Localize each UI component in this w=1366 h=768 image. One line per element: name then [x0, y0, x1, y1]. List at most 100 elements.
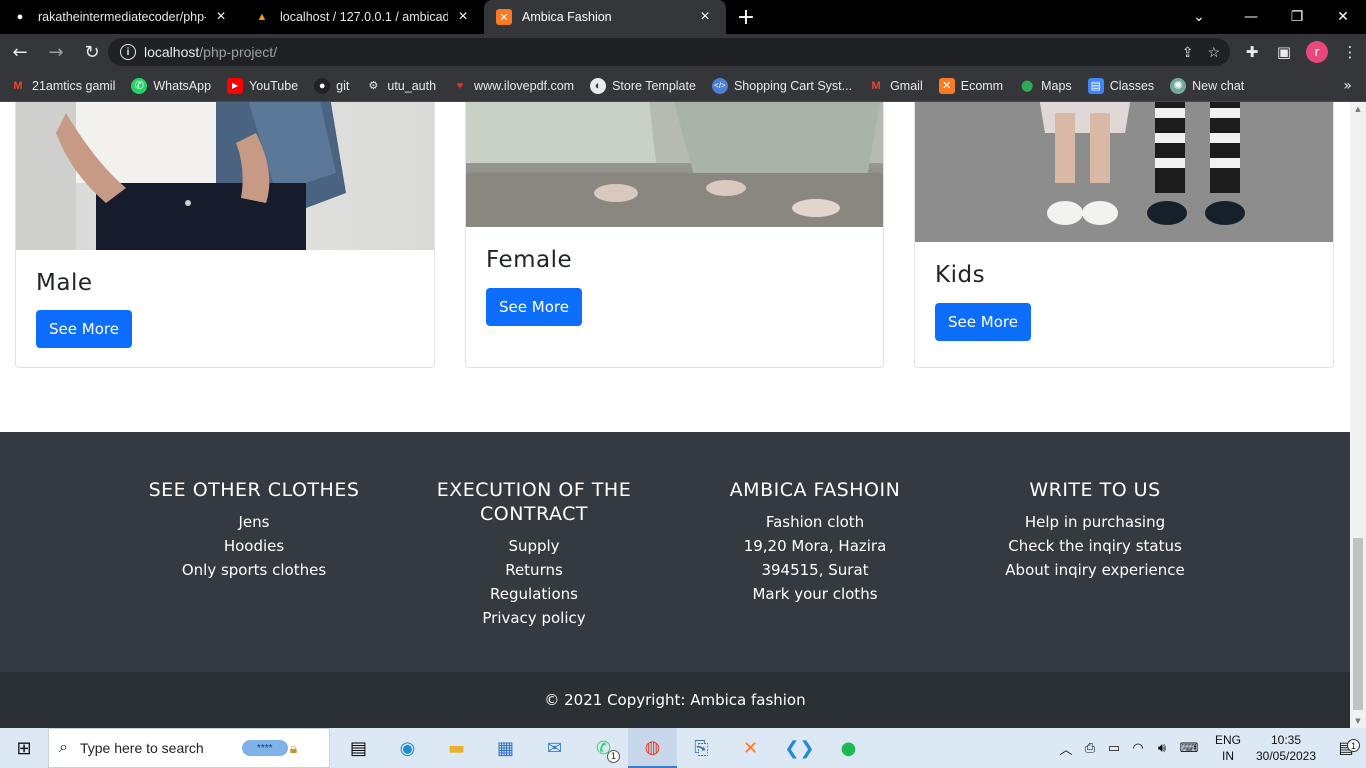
tab-ambica-fashion[interactable]: ✕ Ambica Fashion × — [484, 0, 726, 34]
bookmark-label: WhatsApp — [153, 78, 212, 93]
footer-link[interactable]: Jens — [134, 510, 374, 534]
clock-time: 10:35 — [1270, 733, 1302, 747]
close-window-button[interactable]: ✕ — [1320, 0, 1366, 34]
footer-link[interactable]: Check the inqiry status — [965, 534, 1225, 558]
tab-phpmyadmin[interactable]: ▲ localhost / 127.0.0.1 / ambicadb × — [242, 0, 484, 34]
volume-icon[interactable]: 🔊︎ — [1150, 740, 1174, 756]
more-bookmarks-icon[interactable]: » — [1343, 78, 1352, 94]
footer-link[interactable]: Regulations — [414, 582, 654, 606]
taskbar-clock[interactable]: 10:35 30/05/2023 — [1246, 732, 1326, 764]
close-icon[interactable]: × — [212, 8, 230, 26]
edge-icon[interactable]: ◉ — [383, 728, 432, 768]
spotify-icon[interactable]: ● — [824, 728, 873, 768]
lock-icon: 🔒︎ — [289, 739, 298, 756]
taskbar-apps: ▤ ◉ ▬ ▦ ✉ ✆ 1 ◍ ⎘ ✕ ❮❯ ● — [334, 728, 873, 768]
site-info-icon[interactable]: i — [120, 44, 136, 60]
bookmark-new-chat[interactable]: ✺ New chat — [1170, 77, 1244, 94]
bookmark-git[interactable]: ● git — [314, 77, 349, 94]
footer-text: Mark your cloths — [752, 585, 878, 603]
tab-github[interactable]: ● rakatheintermediatecoder/php-p × — [0, 0, 242, 34]
reload-button[interactable]: ↻ — [76, 36, 108, 68]
footer-link[interactable]: Only sports clothes — [134, 558, 374, 582]
forward-button[interactable]: → — [40, 36, 72, 68]
side-panel-icon[interactable]: ▣ — [1268, 36, 1300, 68]
whatsapp-icon[interactable]: ✆ 1 — [579, 728, 628, 768]
card-title: Female — [486, 247, 573, 273]
task-view-icon[interactable]: ▤ — [334, 728, 383, 768]
xampp-icon: ✕ — [496, 9, 512, 25]
profile-avatar[interactable]: r — [1306, 41, 1328, 63]
menu-icon[interactable]: ⋮ — [1334, 36, 1366, 68]
footer-text: 394515, Surat — [761, 561, 869, 579]
footer-link[interactable]: About inqiry experience — [965, 558, 1225, 582]
bookmark-shopping-cart[interactable]: </> Shopping Cart Syst... — [711, 77, 852, 94]
female-photo — [466, 102, 883, 227]
github-icon: ● — [16, 11, 24, 23]
bookmark-label: Ecomm — [960, 78, 1004, 93]
scrollbar-thumb[interactable] — [1353, 538, 1363, 710]
bookmark-label: Gmail — [890, 78, 923, 93]
tab-search-icon[interactable]: ⌄ — [1184, 0, 1214, 34]
notification-center-icon[interactable]: ▤ 1 — [1326, 738, 1366, 758]
bookmark-youtube[interactable]: ▶ YouTube — [227, 77, 298, 94]
close-icon[interactable]: × — [454, 8, 472, 26]
taskbar-search[interactable]: ⌕ Type here to search **** 🔒︎ — [48, 728, 330, 768]
see-more-button-male[interactable]: See More — [36, 310, 132, 348]
extensions-icon[interactable]: ✚ — [1236, 36, 1268, 68]
system-tray: ︿ ⎙ ▭ ◠ 🔊︎ ⌨ ENG IN 10:35 30/05/2023 ▤ 1 — [1054, 728, 1366, 768]
keyboard-icon[interactable]: ⌨ — [1174, 740, 1204, 756]
show-hidden-icons-icon[interactable]: ︿ — [1054, 739, 1078, 758]
scroll-up-arrow[interactable]: ▲ — [1350, 102, 1366, 116]
meet-now-icon[interactable]: ⎙ — [1078, 740, 1102, 756]
footer-link[interactable]: Returns — [414, 558, 654, 582]
bookmark-star-icon[interactable]: ☆ — [1207, 44, 1220, 61]
bookmark-store-template[interactable]: ◐ Store Template — [590, 77, 696, 94]
close-icon[interactable]: × — [696, 8, 714, 26]
battery-icon[interactable]: ▭ — [1102, 740, 1126, 756]
minimize-button[interactable]: — — [1228, 0, 1274, 34]
copyright-bar: © 2021 Copyright: Ambica fashion — [0, 672, 1350, 728]
scroll-down-arrow[interactable]: ▼ — [1350, 714, 1366, 728]
bookmark-utu-auth[interactable]: ⚙ utu_auth — [365, 78, 436, 94]
address-bar[interactable]: i localhost/php-project/ ⇪ ☆ — [108, 38, 1230, 66]
bookmark-label: Store Template — [612, 78, 696, 93]
store-icon[interactable]: ▦ — [481, 728, 530, 768]
back-button[interactable]: ← — [4, 36, 36, 68]
footer-link[interactable]: Supply — [414, 534, 654, 558]
windows-start-icon[interactable]: ⊞ — [0, 728, 48, 768]
footer-link[interactable]: Hoodies — [134, 534, 374, 558]
chrome-icon[interactable]: ◍ — [628, 728, 677, 768]
bookmark-label: Classes — [1109, 78, 1155, 93]
xampp-icon[interactable]: ✕ — [726, 728, 775, 768]
browser-toolbar: ← → ↻ i localhost/php-project/ ⇪ ☆ ✚ ▣ r… — [0, 34, 1366, 70]
vscode-icon[interactable]: ❮❯ — [775, 728, 824, 768]
snipping-tool-icon[interactable]: ⎘ — [677, 728, 726, 768]
footer-column-contract: EXECUTION OF THE CONTRACT Supply Returns… — [414, 478, 654, 630]
bookmark-maps[interactable]: ⬤ Maps — [1019, 78, 1072, 94]
new-tab-button[interactable]: + — [726, 0, 766, 34]
mail-icon[interactable]: ✉ — [530, 728, 579, 768]
footer-link[interactable]: Help in purchasing — [965, 510, 1225, 534]
share-icon[interactable]: ⇪ — [1182, 44, 1194, 61]
bookmark-21amtics-gamil[interactable]: M 21amtics gamil — [10, 78, 115, 94]
wifi-icon[interactable]: ◠ — [1126, 740, 1150, 756]
footer-text: Fashion cloth — [765, 513, 865, 531]
github-icon: ● — [314, 77, 331, 94]
page-scrollbar[interactable]: ▲ ▼ — [1350, 102, 1366, 728]
password-badge: **** — [241, 740, 288, 756]
bookmark-gmail[interactable]: M Gmail — [868, 78, 923, 94]
file-explorer-icon[interactable]: ▬ — [432, 728, 481, 768]
see-more-button-female[interactable]: See More — [486, 288, 582, 326]
category-card-kids: Kids See More — [914, 102, 1334, 368]
bookmark-ilovepdf[interactable]: ♥ www.ilovepdf.com — [452, 78, 574, 94]
page-content: Male See More Female See More Kids See M… — [0, 102, 1350, 728]
window-controls: ⌄ — ❐ ✕ — [1193, 0, 1366, 34]
restore-button[interactable]: ❐ — [1274, 0, 1320, 34]
footer-column-write-to-us: WRITE TO US Help in purchasing Check the… — [965, 478, 1225, 582]
bookmark-ecomm[interactable]: ✕ Ecomm — [938, 77, 1004, 94]
bookmark-classes[interactable]: ▤ Classes — [1087, 77, 1155, 94]
footer-link[interactable]: Privacy policy — [414, 606, 654, 630]
bookmark-whatsapp[interactable]: ✆ WhatsApp — [131, 77, 212, 94]
see-more-button-kids[interactable]: See More — [935, 303, 1031, 341]
input-language[interactable]: ENG IN — [1210, 732, 1246, 764]
